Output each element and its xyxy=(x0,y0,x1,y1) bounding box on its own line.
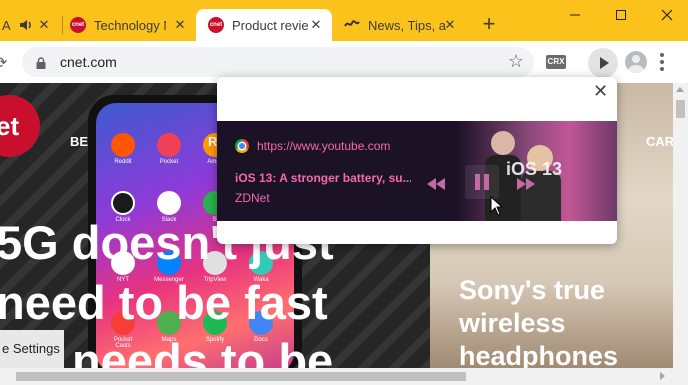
tab-title: Product revie xyxy=(232,17,309,33)
scroll-up-icon[interactable] xyxy=(676,87,684,92)
new-tab-button[interactable]: + xyxy=(478,13,500,35)
mouse-cursor-icon xyxy=(490,195,504,216)
media-card[interactable]: iOS 13 https://www.youtube.com iOS 13: A… xyxy=(217,121,617,221)
tab-title: A xyxy=(2,17,11,33)
tab-separator xyxy=(62,16,63,34)
settings-button[interactable]: e Settings xyxy=(0,330,64,368)
tab-technology[interactable]: cnet Technology N ✕ xyxy=(70,9,196,41)
speaker-icon[interactable] xyxy=(19,18,33,32)
media-artist: ZDNet xyxy=(235,191,270,205)
scroll-thumb[interactable] xyxy=(16,372,466,381)
close-window-button[interactable] xyxy=(644,0,688,30)
maximize-button[interactable] xyxy=(598,0,644,30)
chrome-icon xyxy=(235,139,249,153)
profile-avatar[interactable] xyxy=(625,51,647,73)
cnet-logo[interactable]: et xyxy=(0,95,40,157)
menu-dots-icon[interactable] xyxy=(660,53,664,71)
media-control-button[interactable] xyxy=(588,48,618,78)
media-popup: ✕ iOS 13 https://www.youtube.com iOS 13:… xyxy=(217,77,617,244)
crx-extension-icon[interactable]: CRX xyxy=(546,55,566,69)
close-tab-icon[interactable]: ✕ xyxy=(36,17,52,33)
side-headline-line-3[interactable]: headphones xyxy=(459,340,618,368)
minimize-button[interactable] xyxy=(552,0,598,30)
next-track-button[interactable] xyxy=(517,174,541,192)
scroll-right-icon[interactable] xyxy=(660,372,665,380)
nav-cars[interactable]: CAR xyxy=(646,134,673,149)
tab-title: News, Tips, a xyxy=(368,17,447,33)
tab-strip: A ✕ cnet Technology N ✕ cnet Product rev… xyxy=(0,0,688,41)
vertical-scrollbar[interactable] xyxy=(673,83,688,368)
tab-product-reviews[interactable]: cnet Product revie ✕ xyxy=(196,9,332,41)
url-text: cnet.com xyxy=(60,54,117,70)
cnet-favicon-icon: cnet xyxy=(70,17,86,33)
address-bar[interactable]: cnet.com ☆ xyxy=(22,47,534,77)
nav-r[interactable]: R xyxy=(208,134,217,149)
tab-audio[interactable]: A ✕ xyxy=(0,9,60,41)
pause-button[interactable] xyxy=(465,165,499,199)
reload-icon[interactable]: ⟳ xyxy=(0,53,7,73)
tab-news-tips[interactable]: News, Tips, a ✕ xyxy=(332,9,466,41)
zdnet-favicon-icon xyxy=(344,17,360,33)
side-headline-line-2[interactable]: wireless xyxy=(459,307,566,340)
close-tab-icon[interactable]: ✕ xyxy=(442,17,458,33)
close-popup-icon[interactable]: ✕ xyxy=(593,82,608,100)
app-pocket: Pocket xyxy=(154,133,184,165)
bookmark-star-icon[interactable]: ☆ xyxy=(508,51,524,72)
tab-title: Technology N xyxy=(94,17,166,33)
horizontal-scrollbar[interactable] xyxy=(0,368,688,385)
media-source-url: https://www.youtube.com xyxy=(257,139,391,153)
previous-track-button[interactable] xyxy=(427,174,451,192)
close-tab-icon[interactable]: ✕ xyxy=(172,17,188,33)
cnet-favicon-icon: cnet xyxy=(208,17,224,33)
headline-line-2[interactable]: need to be fast xyxy=(0,275,328,330)
close-tab-icon[interactable]: ✕ xyxy=(308,17,324,33)
side-headline-line-1[interactable]: Sony's true xyxy=(459,274,605,307)
lock-icon[interactable] xyxy=(36,56,46,69)
media-title: iOS 13: A stronger battery, su... xyxy=(235,171,411,185)
headline-line-3[interactable]: needs to be xyxy=(72,333,333,368)
scroll-thumb[interactable] xyxy=(676,100,685,118)
app-reddit: Reddit xyxy=(108,133,138,165)
